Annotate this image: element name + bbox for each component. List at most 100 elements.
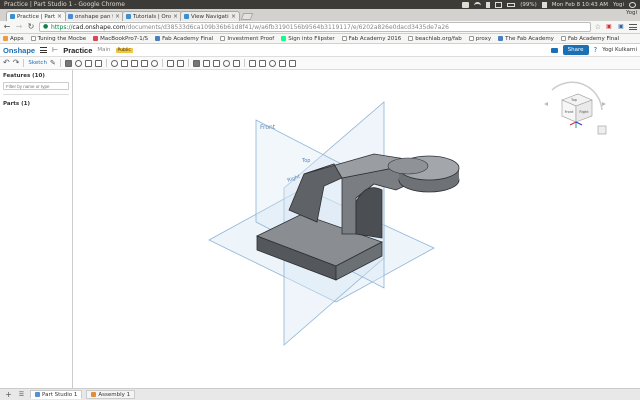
view-cube-top-label: Top	[570, 98, 578, 102]
toolbar-separator	[161, 59, 163, 67]
forward-icon[interactable]: →	[15, 23, 23, 31]
parts-header[interactable]: Parts (1)	[3, 101, 69, 107]
workspace-name[interactable]: Main	[97, 47, 110, 53]
bookmark-item[interactable]: Apps	[3, 36, 24, 42]
chamfer-icon[interactable]	[120, 59, 128, 67]
close-icon[interactable]: ×	[57, 13, 62, 20]
arch-opening[interactable]	[355, 187, 383, 239]
sketch-button[interactable]: Sketch	[28, 60, 47, 66]
onshape-header: Onshape ⊢ Practice Main Public Share ? Y…	[0, 44, 640, 57]
url-input[interactable]: ● https://cad.onshape.com/documents/d385…	[39, 22, 591, 32]
measure-icon[interactable]	[278, 59, 286, 67]
delete-part-icon[interactable]	[222, 59, 230, 67]
bookmark-item[interactable]: MacBookPro7-1/S	[93, 36, 148, 42]
browser-tab-strip: Practice | Part Studio × onshape pan til…	[0, 9, 640, 21]
bookmark-star-icon[interactable]: ☆	[595, 23, 601, 31]
help-icon[interactable]: ?	[594, 46, 598, 54]
tab-list-icon[interactable]: ☰	[17, 391, 26, 399]
extension-icon[interactable]: ▣	[605, 23, 613, 31]
model-canvas[interactable]: Front Top Right Top Front Right	[74, 70, 640, 388]
rotate-right-icon[interactable]	[602, 102, 606, 106]
bookmark-label: Fab Academy Final	[162, 35, 214, 42]
redo-icon[interactable]: ↷	[13, 59, 20, 67]
front-plane-label: Front	[260, 124, 276, 131]
feature-filter-input[interactable]	[3, 82, 69, 90]
back-icon[interactable]: ←	[3, 23, 11, 31]
tab-assembly[interactable]: Assembly 1	[86, 390, 136, 399]
apps-grid-icon	[3, 36, 8, 41]
helix-icon[interactable]	[258, 59, 266, 67]
browser-tab[interactable]: View Navigation and ×	[180, 11, 240, 21]
chrome-menu-icon[interactable]	[629, 23, 637, 31]
wifi-icon[interactable]	[474, 1, 482, 8]
loft-icon[interactable]	[94, 59, 102, 67]
bookmark-item[interactable]: Investment Proof	[220, 36, 274, 42]
draft-icon[interactable]	[130, 59, 138, 67]
bookmark-item[interactable]: Sign into Flipster	[281, 36, 335, 42]
boss-fillet[interactable]	[387, 157, 429, 175]
browser-tab[interactable]: onshape pan tilt - Goo ×	[64, 11, 124, 21]
section-view-icon[interactable]	[288, 59, 296, 67]
undo-icon[interactable]: ↶	[3, 59, 10, 67]
boolean-icon[interactable]	[192, 59, 200, 67]
power-icon[interactable]	[629, 1, 636, 8]
close-icon[interactable]: ×	[173, 13, 178, 20]
hole-icon[interactable]	[150, 59, 158, 67]
bookmark-item[interactable]: Fab Academy Final	[560, 36, 619, 42]
extrude-icon[interactable]	[64, 59, 72, 67]
bookmark-item[interactable]: proxy	[468, 36, 491, 42]
chrome-profile-button[interactable]: Yogi	[626, 10, 637, 16]
reload-icon[interactable]: ↻	[27, 23, 35, 31]
mirror-icon[interactable]	[176, 59, 184, 67]
bookmark-item[interactable]: Fab Academy Final	[155, 36, 213, 42]
volume-icon[interactable]	[541, 1, 547, 8]
pencil-icon[interactable]: ✎	[50, 59, 56, 67]
transform-icon[interactable]	[212, 59, 220, 67]
site-icon	[93, 36, 99, 41]
view-cube[interactable]: Top Front Right	[544, 81, 607, 135]
view-options-icon[interactable]	[597, 125, 607, 135]
split-icon[interactable]	[202, 59, 210, 67]
browser-tab[interactable]: Tutorials | Onshape ×	[122, 11, 182, 21]
browser-tab[interactable]: Practice | Part Studio ×	[6, 11, 66, 21]
onshape-favicon-icon	[10, 14, 15, 19]
keyboard-layout-icon[interactable]	[495, 1, 503, 8]
user-menu[interactable]: Yogi Kulkarni	[602, 47, 637, 53]
plane-icon[interactable]	[248, 59, 256, 67]
sweep-icon[interactable]	[84, 59, 92, 67]
close-icon[interactable]: ×	[231, 13, 236, 20]
mate-connector-icon[interactable]	[232, 59, 240, 67]
bookmark-item[interactable]: Tuning the Mocbe	[30, 36, 86, 42]
clock[interactable]: Mon Feb 8 10:43 AM	[552, 2, 608, 8]
variable-icon[interactable]	[268, 59, 276, 67]
toolbar-separator	[23, 59, 25, 67]
fillet-icon[interactable]	[110, 59, 118, 67]
rotate-left-icon[interactable]	[544, 102, 548, 106]
battery-icon[interactable]	[507, 2, 516, 7]
bookmark-item[interactable]: The Fab Academy	[498, 36, 554, 42]
version-graph-icon[interactable]: ⊢	[52, 46, 58, 54]
os-top-panel: Practice | Part Studio 1 - Google Chrome…	[0, 0, 640, 9]
dropbox-icon[interactable]	[462, 1, 470, 8]
onshape-logo[interactable]: Onshape	[3, 46, 35, 55]
document-menu-icon[interactable]	[40, 47, 48, 53]
add-tab-icon[interactable]: +	[4, 390, 13, 399]
panel-divider	[3, 94, 69, 95]
close-icon[interactable]: ×	[115, 13, 120, 20]
page-icon	[220, 36, 226, 41]
shell-icon[interactable]	[140, 59, 148, 67]
graphics-viewport[interactable]: Front Top Right Top Front Right	[74, 70, 640, 388]
new-tab-button[interactable]	[240, 13, 254, 20]
pattern-icon[interactable]	[166, 59, 174, 67]
extension-icon[interactable]: ▣	[617, 23, 625, 31]
features-header[interactable]: Features (10)	[3, 73, 69, 79]
tab-part-studio[interactable]: Part Studio 1	[30, 390, 83, 399]
bookmark-item[interactable]: Fab Academy 2016	[341, 36, 401, 42]
document-title[interactable]: Practice	[63, 46, 92, 55]
bluetooth-icon[interactable]	[486, 1, 491, 8]
share-button[interactable]: Share	[562, 45, 589, 55]
os-user[interactable]: Yogi	[613, 2, 624, 8]
bookmark-item[interactable]: beachlab.org/fab	[408, 36, 462, 42]
revolve-icon[interactable]	[74, 59, 82, 67]
comments-icon[interactable]	[550, 47, 558, 53]
